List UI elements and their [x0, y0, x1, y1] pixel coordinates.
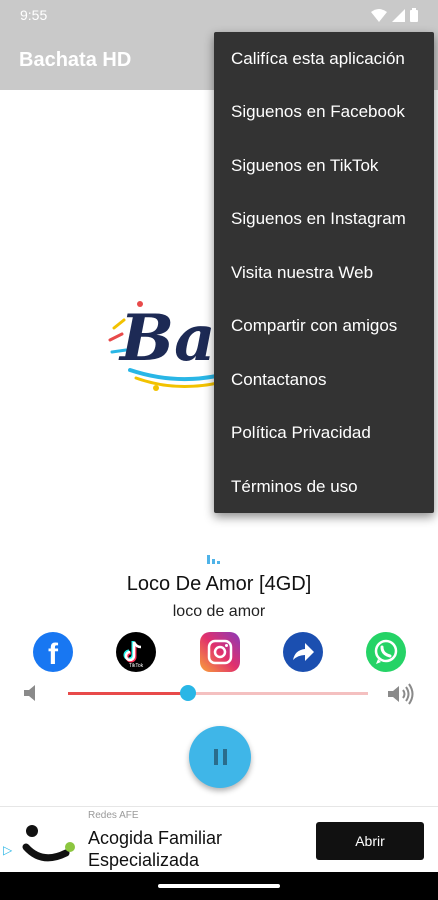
pause-button[interactable] — [189, 726, 251, 788]
volume-high-icon[interactable] — [388, 683, 416, 705]
status-icons — [371, 8, 418, 22]
tiktok-icon[interactable]: TikTok — [116, 632, 156, 672]
ad-logo — [22, 825, 75, 862]
ad-banner[interactable]: ▷ Redes AFE Acogida Familiar Especializa… — [0, 806, 438, 872]
overflow-menu: Califíca esta aplicación Siguenos en Fac… — [214, 32, 434, 513]
menu-item-terms[interactable]: Términos de uso — [214, 460, 434, 514]
navigation-bar — [0, 872, 438, 900]
app-title: Bachata HD — [19, 48, 132, 71]
battery-icon — [410, 8, 418, 22]
menu-item-facebook[interactable]: Siguenos en Facebook — [214, 86, 434, 140]
status-time: 9:55 — [20, 7, 48, 23]
song-title: Loco De Amor [4GD] — [126, 573, 312, 595]
facebook-icon[interactable]: f — [33, 632, 73, 672]
instagram-icon[interactable] — [200, 632, 240, 672]
pause-icon-bar-right — [222, 749, 227, 765]
menu-item-share[interactable]: Compartir con amigos — [214, 300, 434, 354]
svg-text:f: f — [48, 638, 59, 671]
menu-item-rate-app[interactable]: Califíca esta aplicación — [214, 32, 434, 86]
menu-item-contact[interactable]: Contactanos — [214, 353, 434, 407]
tiktok-caption: TikTok — [129, 663, 144, 669]
whatsapp-icon[interactable] — [366, 632, 406, 672]
menu-item-privacy[interactable]: Política Privacidad — [214, 407, 434, 461]
equalizer-icon — [207, 552, 220, 564]
wifi-icon — [371, 8, 387, 22]
volume-slider-fill — [68, 692, 188, 695]
ad-title[interactable]: Acogida Familiar Especializada — [88, 827, 288, 871]
home-gesture-handle[interactable] — [158, 884, 280, 888]
ad-open-button[interactable]: Abrir — [316, 822, 424, 860]
signal-icon — [392, 8, 405, 22]
screen: 9:55 Bachata HD Bachata Loco De Amor [4G… — [0, 0, 438, 900]
menu-item-instagram[interactable]: Siguenos en Instagram — [214, 193, 434, 247]
ad-source: Redes AFE — [88, 810, 139, 821]
pause-icon-bar-left — [213, 749, 218, 765]
volume-low-icon[interactable] — [24, 683, 42, 703]
status-bar: 9:55 — [0, 0, 438, 30]
menu-item-website[interactable]: Visita nuestra Web — [214, 246, 434, 300]
ad-choices-icon[interactable]: ▷ — [3, 843, 12, 857]
song-subtitle: loco de amor — [172, 603, 266, 620]
volume-slider-thumb[interactable] — [180, 685, 196, 701]
share-icon[interactable] — [283, 632, 323, 672]
menu-item-tiktok[interactable]: Siguenos en TikTok — [214, 139, 434, 193]
